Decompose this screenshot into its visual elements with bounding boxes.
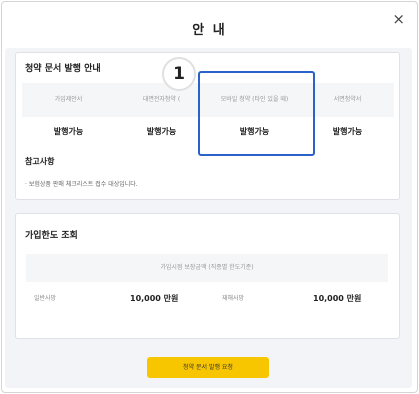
note-title: 참고사항	[25, 157, 55, 166]
issue-heading: 청약 문서 발행 안내	[25, 64, 101, 74]
column-header-proposal: 가입제안서	[54, 96, 83, 103]
limit-row: 일반사망 10,000 만원 재해사망 10,000 만원	[26, 286, 388, 312]
status-face-to-face: 발행가능	[146, 127, 177, 136]
general-death-value: 10,000 만원	[130, 294, 179, 303]
limit-card: 가입한도 조회 가입시점 보장금액 (직종별 한도기준) 일반사망 10,000…	[15, 213, 400, 339]
request-issue-button[interactable]: 청약 문서 발행 요청	[147, 357, 269, 378]
close-icon[interactable]: ×	[392, 12, 405, 27]
general-death-label: 일반사망	[34, 295, 57, 302]
limit-heading: 가입한도 조회	[25, 231, 78, 241]
accident-death-label: 재해사망	[222, 295, 245, 302]
status-proposal: 발행가능	[53, 127, 84, 136]
accident-death-value: 10,000 만원	[313, 294, 362, 303]
limit-table-header: 가입시점 보장금액 (직종별 한도기준)	[26, 254, 388, 282]
note-text: · 보험상품 판매 체크리스트 접수 대상입니다.	[25, 181, 138, 188]
mobile-column-highlight	[198, 71, 315, 156]
modal-title: 안 내	[192, 23, 227, 38]
step-badge: 1	[162, 57, 196, 91]
column-header-face-to-face: 대면전자청약 (	[142, 96, 181, 103]
